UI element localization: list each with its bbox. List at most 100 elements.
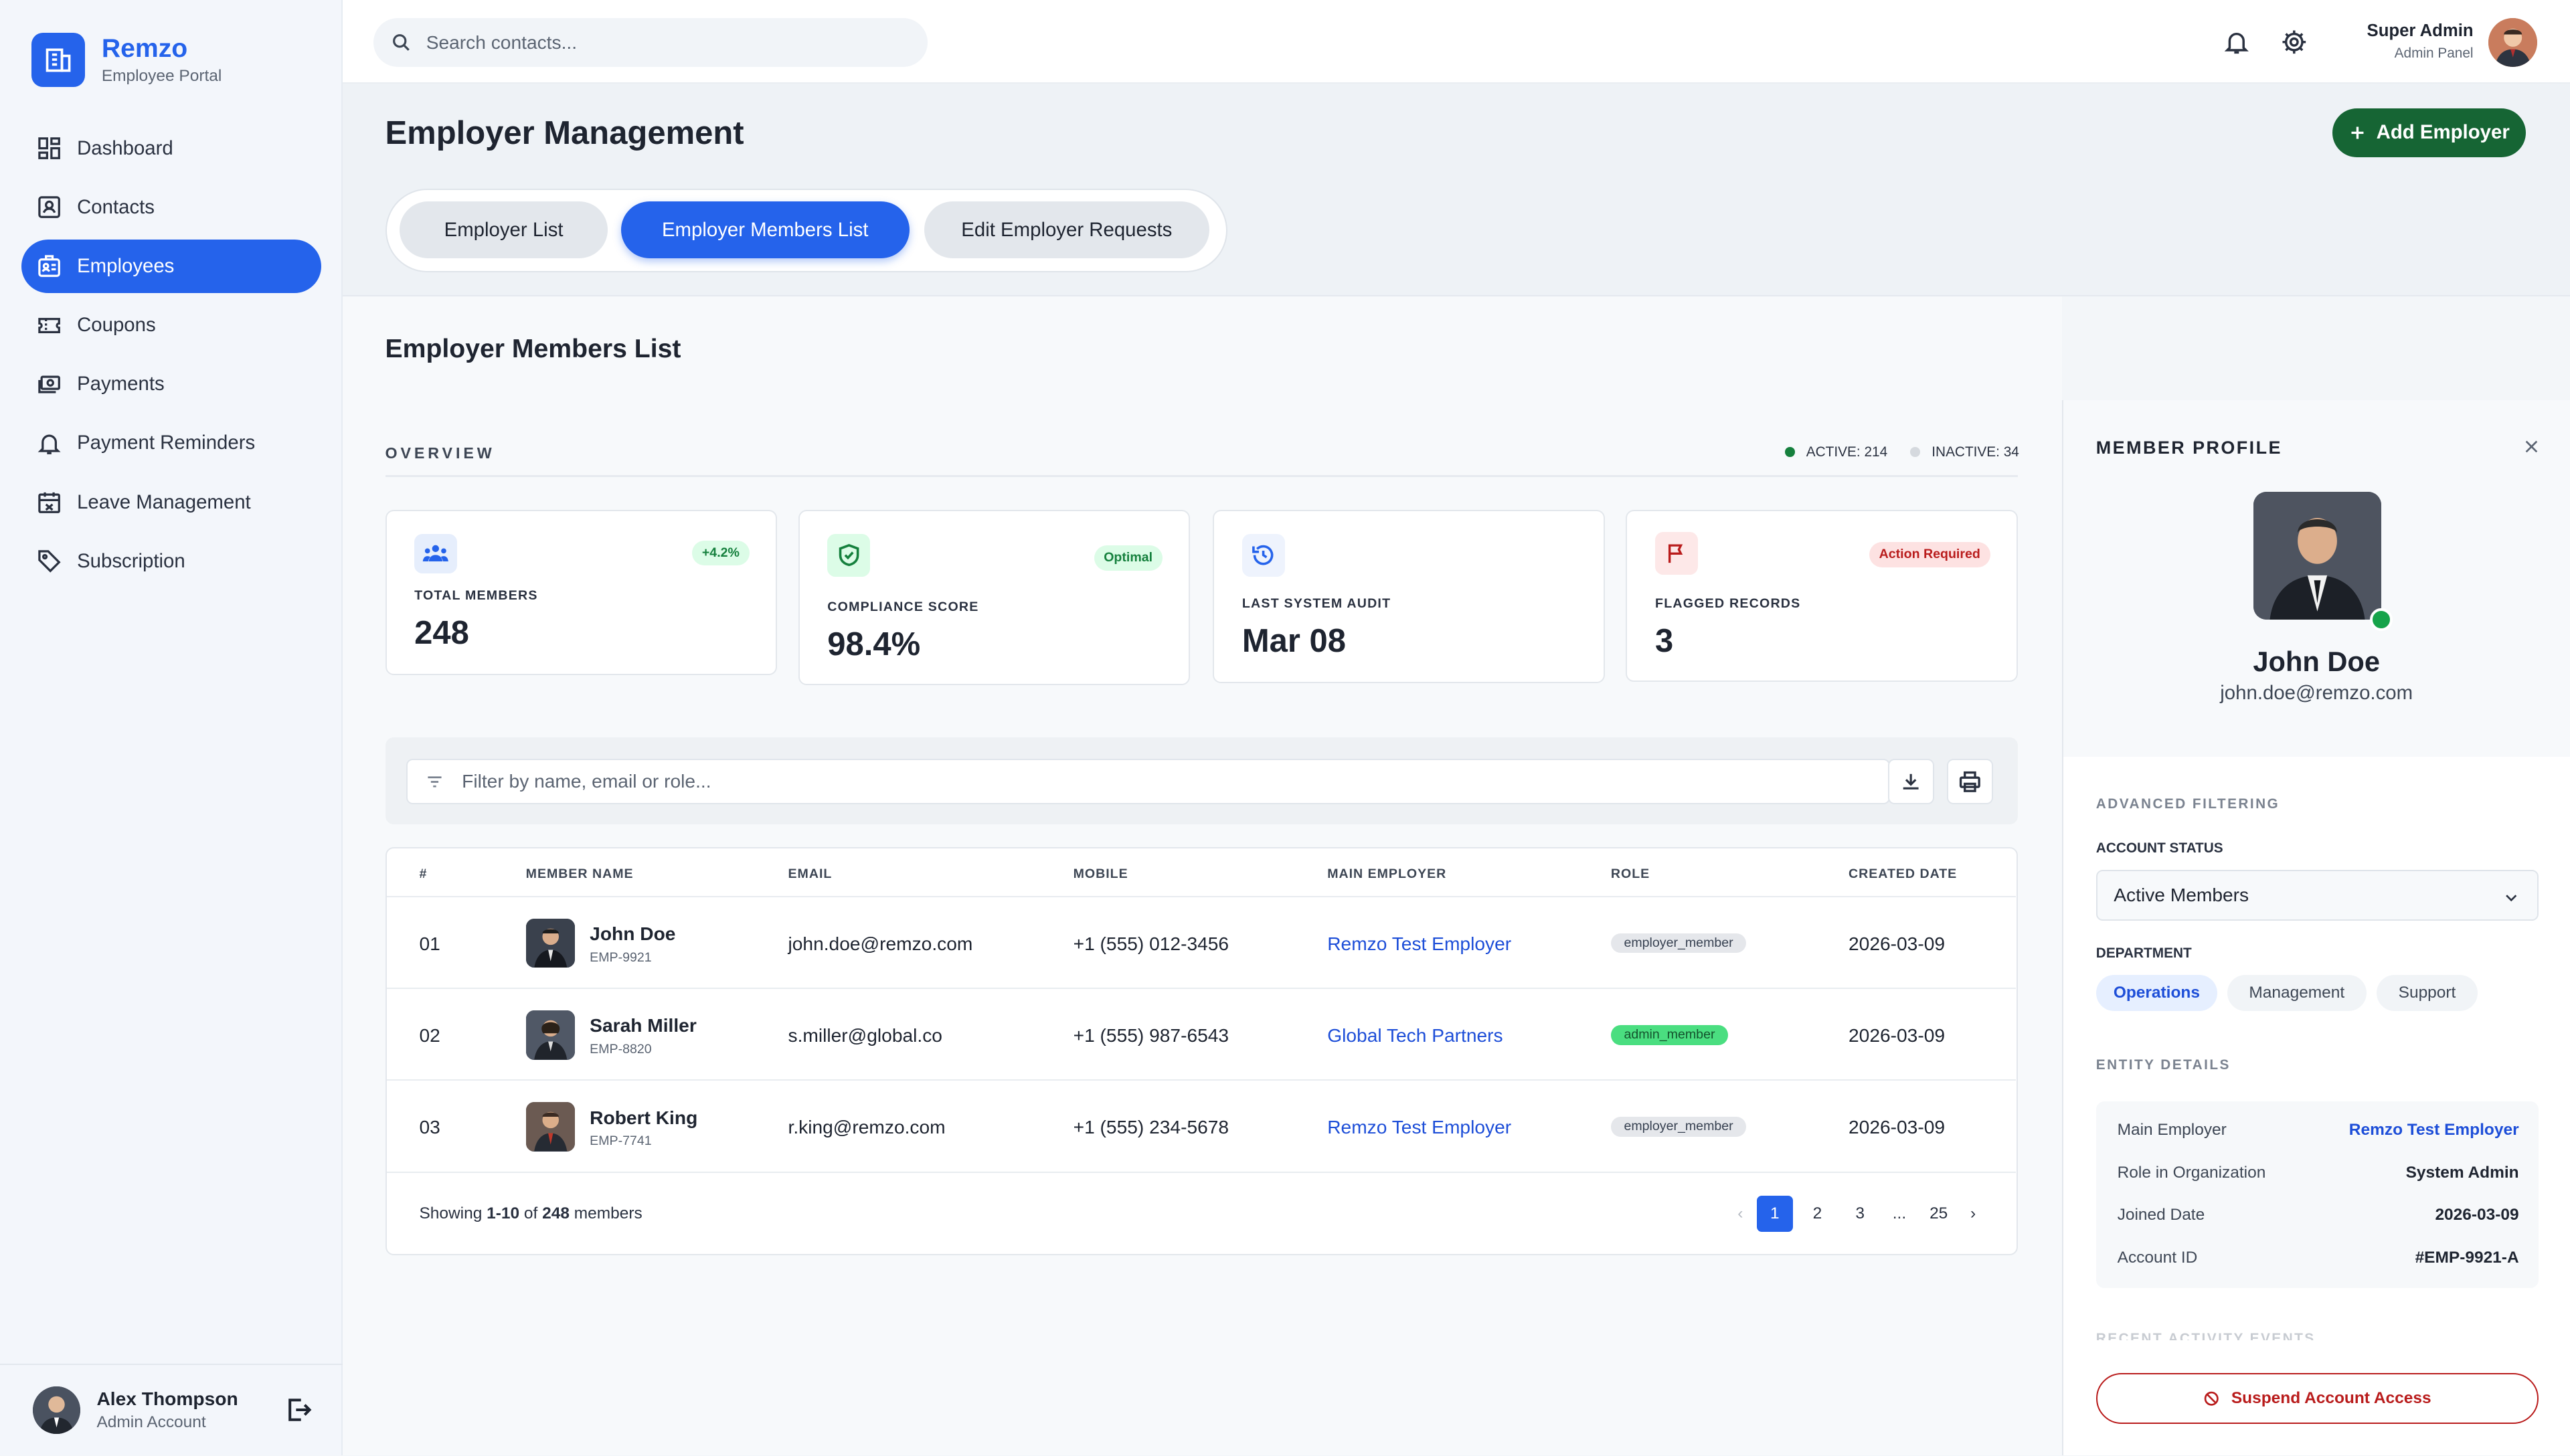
department-chip-operations[interactable]: Operations (2095, 975, 2218, 1012)
member-avatar (525, 918, 576, 968)
tab-edit-employer-requests[interactable]: Edit Employer Requests (924, 201, 1209, 259)
entity-row: Account ID #EMP-9921-A (2118, 1249, 2519, 1267)
card-value: 3 (1655, 623, 1674, 660)
print-icon (1960, 771, 1981, 792)
department-chip-support[interactable]: Support (2376, 975, 2478, 1012)
column-header[interactable]: CREATED DATE (1849, 867, 1957, 882)
sidebar-item-dashboard[interactable]: Dashboard (21, 121, 321, 175)
member-avatar (525, 1010, 576, 1060)
panel-title: MEMBER PROFILE (2095, 437, 2282, 458)
entity-row: Role in Organization System Admin (2118, 1164, 2519, 1182)
column-header[interactable]: MEMBER NAME (526, 867, 634, 882)
page-button[interactable]: 25 (1921, 1196, 1957, 1232)
download-button[interactable] (1888, 758, 1934, 805)
entity-value-link[interactable]: Remzo Test Employer (2349, 1121, 2519, 1140)
flag-icon (1655, 532, 1698, 575)
sidebar: Remzo Employee Portal Dashboard Contacts… (0, 0, 343, 1455)
page-button[interactable]: 1 (1756, 1196, 1793, 1233)
tab-employer-list[interactable]: Employer List (400, 201, 608, 259)
top-bar: Search contacts... Super Admin Admin Pan… (342, 0, 2570, 84)
stat-card-compliance[interactable]: Optimal COMPLIANCE SCORE 98.4% (798, 509, 1190, 685)
column-header[interactable]: EMAIL (788, 867, 833, 882)
active-count: ACTIVE: 214 (1806, 444, 1888, 460)
sidebar-item-payments[interactable]: Payments (21, 357, 321, 412)
divider (386, 1171, 2016, 1173)
table-row[interactable]: 02 Sarah Miller EMP-8820 s.miller@global… (386, 988, 2016, 1079)
column-header[interactable]: # (419, 867, 427, 882)
brand[interactable]: Remzo Employee Portal (31, 32, 222, 87)
contacts-icon (38, 196, 60, 219)
gear-icon[interactable] (2280, 28, 2308, 56)
search-icon (393, 34, 410, 51)
sidebar-item-subscription[interactable]: Subscription (21, 534, 321, 588)
page-title: Employer Management (385, 115, 744, 152)
sidebar-item-employees[interactable]: Employees (21, 239, 321, 294)
role-badge: employer_member (1610, 1117, 1747, 1137)
filter-input[interactable]: Filter by name, email or role... (406, 758, 1890, 805)
sidebar-item-payment-reminders[interactable]: Payment Reminders (21, 416, 321, 470)
page-button[interactable]: 2 (1800, 1196, 1836, 1232)
card-label: LAST SYSTEM AUDIT (1241, 596, 1391, 611)
column-header[interactable]: ROLE (1611, 867, 1650, 882)
row-number: 01 (419, 933, 440, 955)
suspend-account-button[interactable]: Suspend Account Access (2095, 1373, 2539, 1425)
online-status-dot (2369, 608, 2393, 631)
employer-link[interactable]: Remzo Test Employer (1327, 933, 1511, 955)
close-icon[interactable] (2522, 438, 2541, 456)
profile-email: john.doe@remzo.com (2220, 681, 2413, 704)
sidebar-item-coupons[interactable]: Coupons (21, 298, 321, 353)
growth-badge: +4.2% (692, 540, 750, 566)
user-name: Alex Thompson (96, 1388, 238, 1409)
sidebar-nav: Dashboard Contacts Employees Coupons Pay… (21, 121, 321, 593)
suspend-label: Suspend Account Access (2231, 1389, 2431, 1408)
employer-link[interactable]: Remzo Test Employer (1327, 1117, 1511, 1138)
page-button[interactable]: 3 (1842, 1196, 1878, 1232)
card-label: FLAGGED RECORDS (1655, 596, 1801, 611)
member-name[interactable]: John Doe (590, 923, 675, 945)
summary-prefix: Showing (419, 1204, 487, 1222)
summary-suffix: members (569, 1204, 642, 1222)
entity-row: Joined Date 2026-03-09 (2118, 1206, 2519, 1224)
stat-card-last-audit[interactable]: LAST SYSTEM AUDIT Mar 08 (1213, 509, 1605, 684)
section-title: Employer Members List (385, 334, 681, 363)
entity-value: 2026-03-09 (2435, 1206, 2519, 1224)
next-page-button[interactable]: › (1955, 1196, 1991, 1232)
member-mobile: +1 (555) 012-3456 (1073, 933, 1229, 955)
avatar[interactable] (32, 1386, 80, 1434)
print-button[interactable] (1947, 758, 1993, 805)
account-status-select[interactable]: Active Members (2095, 870, 2539, 921)
entity-value: #EMP-9921-A (2415, 1249, 2519, 1267)
card-label: COMPLIANCE SCORE (827, 599, 979, 614)
sidebar-item-label: Employees (77, 254, 175, 277)
account-status-label: ACCOUNT STATUS (2095, 840, 2223, 856)
admin-role: Admin Panel (2394, 46, 2474, 62)
tab-employer-members-list[interactable]: Employer Members List (620, 201, 910, 259)
entity-key: Main Employer (2117, 1121, 2227, 1140)
prev-page-button[interactable]: ‹ (1722, 1196, 1758, 1232)
column-header[interactable]: MOBILE (1074, 867, 1128, 882)
entity-row: Main Employer Remzo Test Employer (2118, 1121, 2519, 1140)
column-header[interactable]: MAIN EMPLOYER (1327, 867, 1446, 882)
add-employer-button[interactable]: Add Employer (2332, 108, 2526, 158)
dashboard-icon (38, 137, 60, 159)
entity-key: Joined Date (2117, 1206, 2205, 1224)
row-number: 03 (419, 1117, 440, 1138)
stat-card-total-members[interactable]: +4.2% TOTAL MEMBERS 248 (385, 509, 777, 675)
search-input[interactable]: Search contacts... (373, 17, 928, 68)
sidebar-item-leave-management[interactable]: Leave Management (21, 475, 321, 529)
avatar[interactable] (2488, 17, 2538, 68)
filter-icon (428, 776, 442, 788)
table-row[interactable]: 03 Robert King EMP-7741 r.king@remzo.com… (386, 1079, 2016, 1171)
department-chip-management[interactable]: Management (2227, 975, 2367, 1012)
employer-link[interactable]: Global Tech Partners (1327, 1025, 1503, 1046)
notification-bell-icon[interactable] (2223, 28, 2251, 56)
member-name[interactable]: Sarah Miller (590, 1015, 697, 1036)
logout-icon[interactable] (284, 1395, 313, 1425)
active-dot (1784, 447, 1795, 458)
member-email: john.doe@remzo.com (788, 933, 973, 955)
member-name[interactable]: Robert King (590, 1107, 697, 1129)
table-row[interactable]: 01 John Doe EMP-9921 john.doe@remzo.com … (386, 896, 2016, 988)
stat-card-flagged-records[interactable]: Action Required FLAGGED RECORDS 3 (1626, 509, 2018, 682)
sidebar-item-contacts[interactable]: Contacts (21, 180, 321, 234)
member-mobile: +1 (555) 987-6543 (1073, 1025, 1229, 1046)
